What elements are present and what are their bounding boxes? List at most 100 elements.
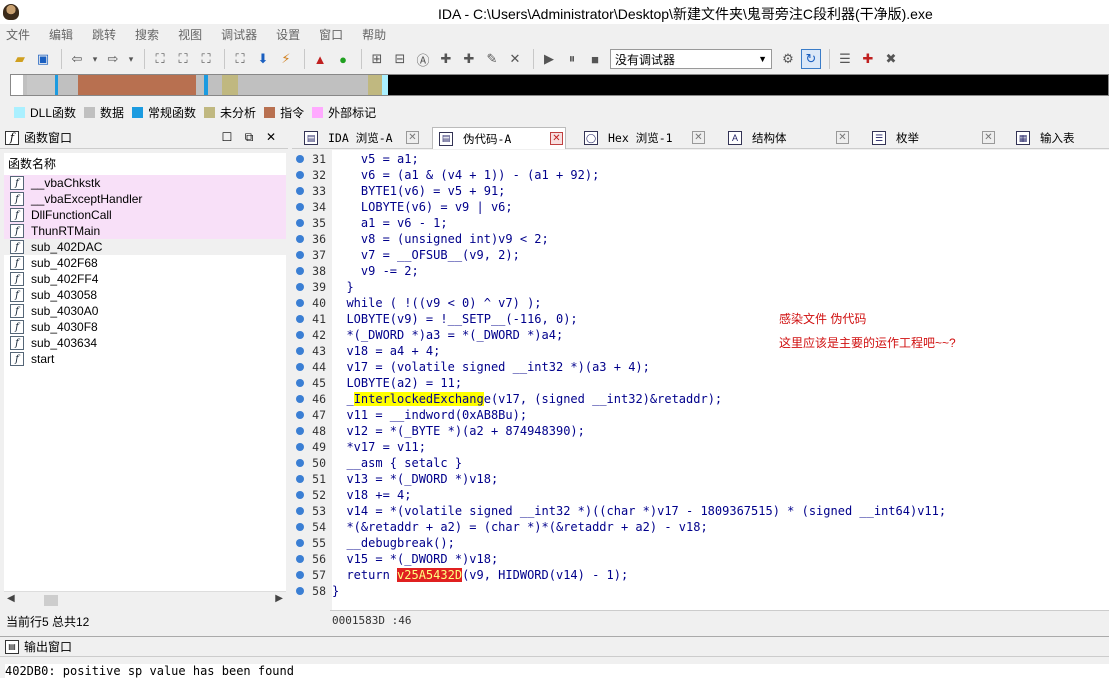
breakpoint-dot-icon[interactable] xyxy=(296,379,304,387)
scrollbar-thumb[interactable] xyxy=(44,595,58,606)
code-line[interactable]: 54 *(&retaddr + a2) = (char *)*(&retaddr… xyxy=(292,519,1109,535)
code-line[interactable]: 55 __debugbreak(); xyxy=(292,535,1109,551)
code-line[interactable]: 40 while ( !((v9 < 0) ^ v7) ); xyxy=(292,295,1109,311)
breakpoint-dot-icon[interactable] xyxy=(296,459,304,467)
ida-app-icon[interactable] xyxy=(3,4,19,20)
function-list-item[interactable]: f DllFunctionCall xyxy=(4,207,286,223)
function-list-item[interactable]: f sub_403634 xyxy=(4,335,286,351)
close-icon[interactable]: ✕ xyxy=(260,130,282,145)
save-icon[interactable]: ▣ xyxy=(33,49,53,69)
code-line[interactable]: 34 LOBYTE(v6) = v9 | v6; xyxy=(292,199,1109,215)
dropdown-icon[interactable]: ▾ xyxy=(90,49,100,69)
code-line[interactable]: 56 v15 = *(_DWORD *)v18; xyxy=(292,551,1109,567)
tab-0[interactable]: ▤ IDA 浏览-A ✕ xyxy=(298,127,430,149)
cross-icon[interactable]: ✚ xyxy=(459,49,479,69)
function-list-item[interactable]: f ThunRTMain xyxy=(4,223,286,239)
horizontal-scrollbar[interactable]: ◀ ▶ xyxy=(4,591,286,608)
tab-2[interactable]: ◯ Hex 浏览-1 ✕ xyxy=(578,127,708,149)
code-line[interactable]: 42 *(_DWORD *)a3 = *(_DWORD *)a4; xyxy=(292,327,1109,343)
breakpoint-dot-icon[interactable] xyxy=(296,443,304,451)
stop-icon[interactable]: ■ xyxy=(585,49,605,69)
breakpoint-dot-icon[interactable] xyxy=(296,507,304,515)
breakpoint-dot-icon[interactable] xyxy=(296,155,304,163)
code-line[interactable]: 36 v8 = (unsigned int)v9 < 2; xyxy=(292,231,1109,247)
play-icon[interactable]: ▶ xyxy=(539,49,559,69)
forward-arrow-icon[interactable]: ⇨ xyxy=(103,49,123,69)
breakpoint-dot-icon[interactable] xyxy=(296,315,304,323)
dropdown-icon[interactable]: ▾ xyxy=(126,49,136,69)
breakpoint-dot-icon[interactable] xyxy=(296,555,304,563)
code-line[interactable]: 57 return v25A5432D(v9, HIDWORD(v14) - 1… xyxy=(292,567,1109,583)
breakpoint-dot-icon[interactable] xyxy=(296,267,304,275)
column-header-function-name[interactable]: 函数名称 xyxy=(4,153,286,175)
tab-close-icon[interactable]: ✕ xyxy=(550,132,563,145)
menu-item[interactable]: 视图 xyxy=(178,26,202,43)
breakpoint-dot-icon[interactable] xyxy=(296,251,304,259)
highlighted-function-name[interactable]: v25A5432D xyxy=(397,568,463,582)
function-list-item[interactable]: f start xyxy=(4,351,286,367)
code-line[interactable]: 58} xyxy=(292,583,1109,599)
back-arrow-icon[interactable]: ⇦ xyxy=(67,49,87,69)
binoculars-text-icon[interactable]: ⛶ xyxy=(173,49,193,69)
search-next-icon[interactable]: ⛶ xyxy=(230,49,250,69)
list-icon[interactable]: ☰ xyxy=(835,49,855,69)
struct-field-icon[interactable]: ⊟ xyxy=(390,49,410,69)
navigation-band[interactable] xyxy=(10,74,1109,96)
menu-item[interactable]: 编辑 xyxy=(49,26,73,43)
breakpoint-dot-icon[interactable] xyxy=(296,331,304,339)
menu-item[interactable]: 跳转 xyxy=(92,26,116,43)
debugger-select[interactable]: 没有调试器 ▼ xyxy=(610,49,772,69)
highlighted-identifier[interactable]: InterlockedExchang xyxy=(353,392,484,406)
tab-4[interactable]: ☰ 枚举 ✕ xyxy=(866,127,1000,149)
jump-down-icon[interactable]: ⬇ xyxy=(253,49,273,69)
code-line[interactable]: 52 v18 += 4; xyxy=(292,487,1109,503)
menu-item[interactable]: 调试器 xyxy=(221,26,257,43)
code-line[interactable]: 35 a1 = v6 - 1; xyxy=(292,215,1109,231)
breakpoint-dot-icon[interactable] xyxy=(296,411,304,419)
code-line[interactable]: 33 BYTE1(v6) = v5 + 91; xyxy=(292,183,1109,199)
breakpoint-dot-icon[interactable] xyxy=(296,235,304,243)
edit-icon[interactable]: ✎ xyxy=(482,49,502,69)
debug-options-icon[interactable]: ⚙ xyxy=(778,49,798,69)
tab-close-icon[interactable]: ✕ xyxy=(836,131,849,144)
binoculars-binary-icon[interactable]: ⛶ xyxy=(196,49,216,69)
debug-attach-icon[interactable]: ↻ xyxy=(801,49,821,69)
code-line[interactable]: 32 v6 = (a1 & (v4 + 1)) - (a1 + 92); xyxy=(292,167,1109,183)
breakpoint-dot-icon[interactable] xyxy=(296,395,304,403)
code-line[interactable]: 39 } xyxy=(292,279,1109,295)
tab-close-icon[interactable]: ✕ xyxy=(982,131,995,144)
tab-3[interactable]: A 结构体 ✕ xyxy=(722,127,854,149)
breakpoint-dot-icon[interactable] xyxy=(296,203,304,211)
breakpoint-dot-icon[interactable] xyxy=(296,283,304,291)
function-list-item[interactable]: f sub_402F68 xyxy=(4,255,286,271)
code-line[interactable]: 53 v14 = *(volatile signed __int32 *)((c… xyxy=(292,503,1109,519)
breakpoint-dot-icon[interactable] xyxy=(296,523,304,531)
struct-add-icon[interactable]: ⊞ xyxy=(367,49,387,69)
function-list[interactable]: 函数名称 f __vbaChkstk f __vbaExceptHandler f Dll… xyxy=(4,153,286,593)
breakpoint-dot-icon[interactable] xyxy=(296,587,304,595)
breakpoint-dot-icon[interactable] xyxy=(296,491,304,499)
code-line[interactable]: 46 _InterlockedExchange(v17, (signed __i… xyxy=(292,391,1109,407)
menu-item[interactable]: 搜索 xyxy=(135,26,159,43)
function-list-item[interactable]: f sub_4030A0 xyxy=(4,303,286,319)
text-a-icon[interactable]: Ⓐ xyxy=(413,49,433,69)
code-line[interactable]: 51 v13 = *(_DWORD *)v18; xyxy=(292,471,1109,487)
binoculars-icon[interactable]: ⛶ xyxy=(150,49,170,69)
code-line[interactable]: 31 v5 = a1; xyxy=(292,151,1109,167)
breakpoint-dot-icon[interactable] xyxy=(296,475,304,483)
breakpoint-dot-icon[interactable] xyxy=(296,219,304,227)
tab-1[interactable]: ▤ 伪代码-A ✕ xyxy=(432,127,566,149)
function-list-item[interactable]: f sub_402FF4 xyxy=(4,271,286,287)
function-list-item[interactable]: f __vbaExceptHandler xyxy=(4,191,286,207)
menu-item[interactable]: 设置 xyxy=(276,26,300,43)
tab-close-icon[interactable]: ✕ xyxy=(406,131,419,144)
scroll-left-icon[interactable]: ◀ xyxy=(7,593,15,604)
breakpoint-dot-icon[interactable] xyxy=(296,363,304,371)
code-line[interactable]: 44 v17 = (volatile signed __int32 *)(a3 … xyxy=(292,359,1109,375)
delete-icon[interactable]: ✕ xyxy=(505,49,525,69)
code-line[interactable]: 48 v12 = *(_BYTE *)(a2 + 874948390); xyxy=(292,423,1109,439)
tab-close-icon[interactable]: ✕ xyxy=(692,131,705,144)
breakpoint-add-icon[interactable]: ✚ xyxy=(858,49,878,69)
scroll-right-icon[interactable]: ▶ xyxy=(275,593,283,604)
breakpoint-dot-icon[interactable] xyxy=(296,427,304,435)
